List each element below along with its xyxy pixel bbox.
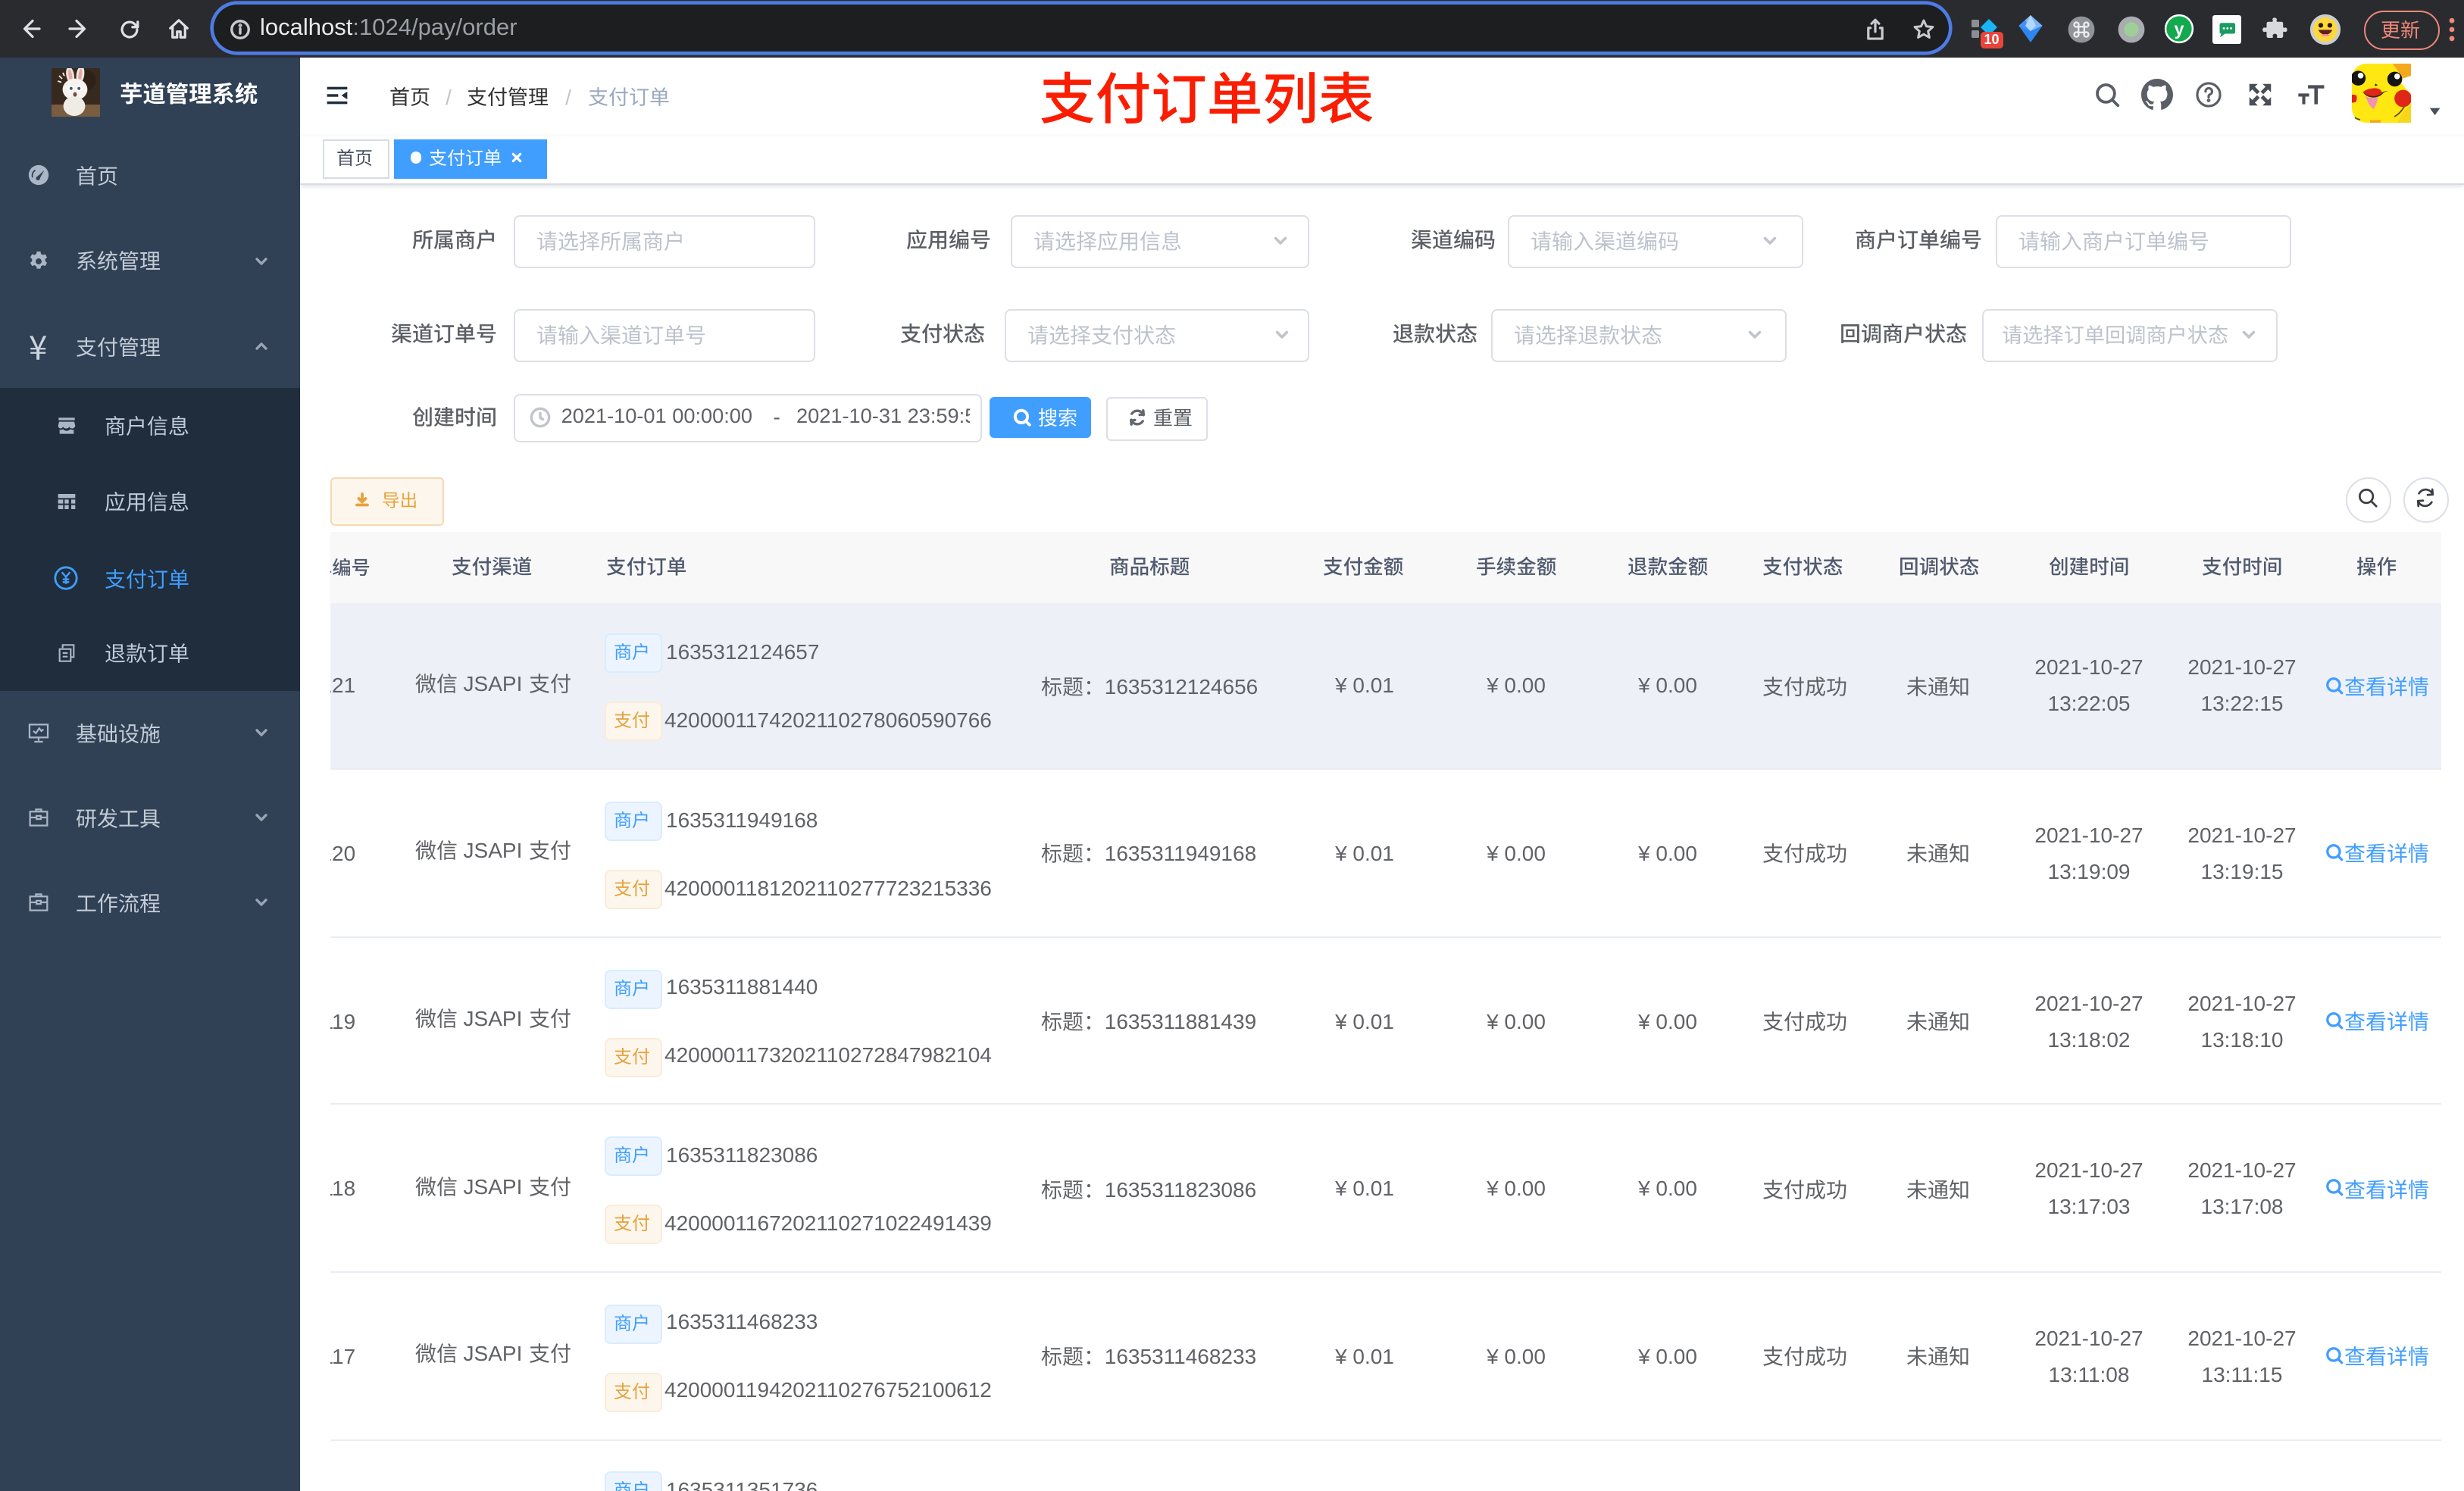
svg-text:y: y — [2175, 19, 2184, 39]
